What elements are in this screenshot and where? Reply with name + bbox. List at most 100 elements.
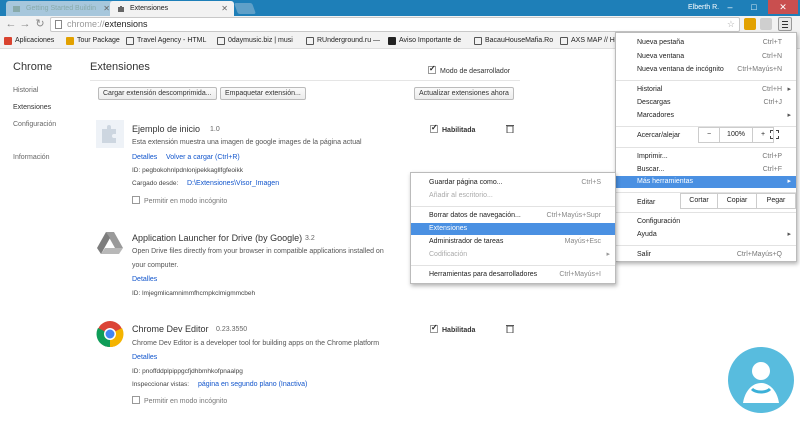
paste-button[interactable]: Pegar (756, 193, 796, 209)
extension-version: 1.0 (210, 126, 220, 133)
checkbox[interactable] (428, 64, 436, 74)
page-icon (306, 37, 314, 45)
reload-button[interactable]: ↻ (33, 16, 47, 33)
menu-item-task-manager[interactable]: Administrador de tareas Mayús+Esc (411, 236, 615, 248)
details-link[interactable]: Detalles (132, 354, 157, 361)
bookmark-item[interactable]: BacauHouseMafia.Ro (474, 33, 558, 49)
forward-button[interactable]: → (18, 16, 32, 33)
page-icon (55, 20, 62, 29)
menu-item-history[interactable]: Historial Ctrl+H ▸ (616, 84, 796, 96)
chevron-right-icon: ▸ (787, 178, 791, 185)
pack-extension-button[interactable]: Empaquetar extensión... (220, 87, 306, 100)
extension-name: Application Launcher for Drive (by Googl… (132, 233, 303, 243)
incognito-toggle[interactable]: Permitir en modo incógnito (132, 196, 227, 205)
chevron-right-icon: ▸ (606, 251, 610, 258)
menu-item-more-tools[interactable]: Más herramientas ▸ (616, 176, 796, 188)
menu-item-print[interactable]: Imprimir... Ctrl+P (616, 151, 796, 163)
copy-button[interactable]: Copiar (717, 193, 757, 209)
apps-icon (4, 37, 12, 45)
page-title: Extensiones (90, 61, 150, 73)
load-unpacked-button[interactable]: Cargar extensión descomprimida... (98, 87, 217, 100)
developer-mode-toggle[interactable]: Modo de desarrollador (428, 64, 510, 75)
user-name[interactable]: Elberth R. (688, 0, 719, 16)
chevron-right-icon: ▸ (787, 86, 791, 93)
checkbox[interactable] (132, 196, 140, 204)
fullscreen-icon[interactable] (770, 130, 779, 139)
loaded-from-label: Cargado desde: (132, 180, 179, 187)
drive-icon (97, 232, 123, 254)
extension-description: Open Drive files directly from your brow… (132, 248, 384, 255)
menu-separator (616, 245, 796, 246)
bookmark-item[interactable]: 0daymusic.biz | musi (217, 33, 305, 49)
close-icon[interactable]: ✕ (221, 1, 228, 16)
bookmark-item[interactable]: AXS MAP // H (560, 33, 615, 49)
menu-item-find[interactable]: Buscar... Ctrl+F (616, 164, 796, 176)
sidebar-item-extensiones[interactable]: Extensiones (13, 104, 51, 111)
extension-description: Esta extensión muestra una imagen de goo… (132, 139, 362, 146)
sidebar-item-configuracion[interactable]: Configuración (13, 121, 56, 128)
zoom-level: 100% (719, 127, 753, 143)
zoom-out-button[interactable]: − (698, 127, 720, 143)
menu-separator (411, 265, 615, 266)
bookmark-item[interactable]: Tour Package (66, 33, 124, 49)
extension-id: ID: lmjegmlicamnimmfhcmpkclmigmmcbeh (132, 290, 256, 297)
bookmark-item[interactable]: Travel Agency - HTML (126, 33, 216, 49)
checkbox[interactable] (430, 123, 438, 133)
update-extensions-button[interactable]: Actualizar extensiones ahora (414, 87, 514, 100)
close-window-button[interactable]: ✕ (768, 0, 798, 14)
menu-separator (411, 206, 615, 207)
page-icon (474, 37, 482, 45)
checkbox[interactable] (132, 396, 140, 404)
checkbox[interactable] (430, 323, 438, 333)
menu-item-save-page[interactable]: Guardar página como... Ctrl+S (411, 177, 615, 189)
extension-version: 0.23.3550 (216, 326, 248, 333)
folder-icon (66, 37, 74, 45)
incognito-toggle[interactable]: Permitir en modo incógnito (132, 396, 227, 405)
sidebar-item-historial[interactable]: Historial (13, 87, 38, 94)
menu-item-new-window[interactable]: Nueva ventana Ctrl+N (616, 51, 796, 63)
details-link[interactable]: Detalles (132, 154, 157, 161)
menu-item-help[interactable]: Ayuda ▸ (616, 229, 796, 241)
menu-item-exit[interactable]: Salir Ctrl+Mayús+Q (616, 249, 796, 261)
sidebar-item-informacion[interactable]: Información (13, 154, 50, 161)
maximize-button[interactable]: □ (744, 0, 764, 14)
new-tab-button[interactable] (233, 3, 257, 14)
menu-separator (616, 80, 796, 81)
address-bar[interactable]: chrome://extensions ☆ (50, 17, 740, 32)
menu-item-extensions[interactable]: Extensiones (411, 223, 615, 235)
enabled-toggle[interactable]: Habilitada (430, 323, 475, 334)
reload-link[interactable]: Volver a cargar (Ctrl+R) (166, 154, 240, 161)
page-icon (217, 37, 225, 45)
trash-icon[interactable] (506, 324, 514, 333)
loaded-from-path[interactable]: D:\Extensiones\Visor_Imagen (187, 180, 279, 187)
chrome-menu-button[interactable] (778, 17, 792, 31)
close-icon[interactable]: ✕ (103, 1, 110, 16)
minimize-button[interactable]: – (720, 0, 740, 14)
bookmark-item[interactable]: Aviso Importante de (388, 33, 472, 49)
menu-item-settings[interactable]: Configuración (616, 216, 796, 228)
bookmark-item[interactable]: RUnderground.ru — (306, 33, 386, 49)
menu-item-new-tab[interactable]: Nueva pestaña Ctrl+T (616, 37, 796, 49)
menu-item-developer-tools[interactable]: Herramientas para desarrolladores Ctrl+Ma… (411, 269, 615, 281)
menu-item-clear-browsing-data[interactable]: Borrar datos de navegación... Ctrl+Mayús+… (411, 210, 615, 222)
extension-toolbar-icon[interactable] (744, 18, 756, 30)
cut-button[interactable]: Cortar (680, 193, 718, 209)
details-link[interactable]: Detalles (132, 276, 157, 283)
tab-label: Getting Started Buildin (26, 5, 97, 12)
trash-icon[interactable] (506, 124, 514, 133)
bookmark-star-icon[interactable]: ☆ (727, 18, 735, 31)
more-tools-submenu: Guardar página como... Ctrl+S Añadir al e… (410, 172, 616, 284)
bookmark-item[interactable]: Aplicaciones (4, 33, 66, 49)
back-button[interactable]: ← (4, 16, 18, 33)
tab-getting-started[interactable]: Getting Started Buildin ✕ (6, 1, 116, 16)
puzzle-icon (118, 6, 124, 12)
enabled-toggle[interactable]: Habilitada (430, 123, 475, 134)
menu-item-downloads[interactable]: Descargas Ctrl+J (616, 97, 796, 109)
edit-label: Editar (637, 199, 656, 206)
page-icon (126, 37, 134, 45)
extension-toolbar-icon[interactable] (760, 18, 772, 30)
inspect-background-page-link[interactable]: página en segundo plano (Inactiva) (198, 381, 307, 388)
tab-extensiones[interactable]: Extensiones ✕ (110, 1, 234, 16)
menu-item-bookmarks[interactable]: Marcadores ▸ (616, 110, 796, 122)
menu-item-incognito-window[interactable]: Nueva ventana de incógnito Ctrl+Mayús+N (616, 64, 796, 76)
